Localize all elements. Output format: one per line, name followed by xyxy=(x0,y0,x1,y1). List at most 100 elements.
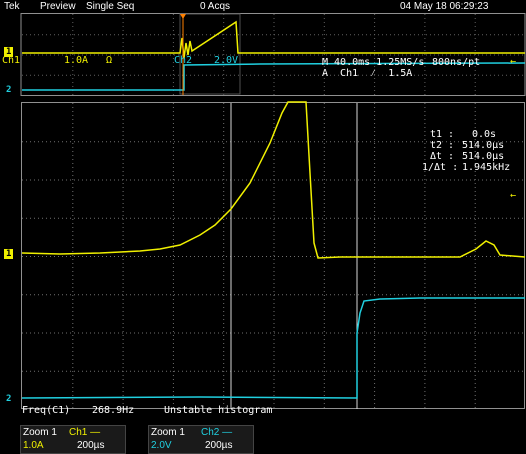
grid-dot xyxy=(273,319,275,320)
grid-dot xyxy=(86,74,87,76)
grid-dot xyxy=(72,203,74,204)
grid-dot xyxy=(466,256,467,257)
grid-dot xyxy=(323,223,325,224)
grid-dot xyxy=(306,74,307,76)
grid-dot xyxy=(430,332,431,334)
grid-dot xyxy=(110,217,111,219)
grid-dot xyxy=(273,14,275,15)
grid-dot xyxy=(273,219,275,220)
grid-dot xyxy=(174,332,175,334)
grid-dot xyxy=(474,14,476,15)
grid-dot xyxy=(238,294,239,296)
grid-dot xyxy=(470,74,471,76)
grid-dot xyxy=(382,217,383,219)
grid-dot xyxy=(242,74,243,76)
grid-dot xyxy=(474,115,476,116)
grid-dot xyxy=(323,90,325,91)
grid-dot xyxy=(122,143,124,144)
grid-dot xyxy=(138,54,139,56)
grid-dot xyxy=(72,363,74,364)
grid-dot xyxy=(126,256,127,257)
grid-dot xyxy=(210,74,211,76)
grid-dot xyxy=(323,331,325,332)
grid-dot xyxy=(418,74,419,76)
grid-dot xyxy=(90,54,91,56)
grid-dot xyxy=(122,191,124,192)
grid-dot xyxy=(86,332,87,334)
grid-dot xyxy=(273,347,275,348)
grid-dot xyxy=(382,54,383,56)
grid-dot xyxy=(72,82,74,83)
grid-dot xyxy=(323,151,325,152)
scope-screen[interactable]: ← ← Ch1 1.0A Ω Ch2 2.0V M 40.0ms 1.25MS/… xyxy=(0,13,526,425)
grid-dot xyxy=(273,359,275,360)
grid-dot xyxy=(223,119,225,120)
grid-dot xyxy=(42,332,43,334)
grid-dot xyxy=(86,294,87,296)
zoom1-ch2-panel[interactable]: Zoom 1 Ch2 — 2.0V 200µs xyxy=(148,425,254,454)
grid-dot xyxy=(72,311,74,312)
grid-dot xyxy=(72,219,74,220)
grid-dot xyxy=(342,332,343,334)
grid-dot xyxy=(323,103,325,104)
grid-dot xyxy=(72,295,74,296)
grid-dot xyxy=(172,107,174,108)
grid-dot xyxy=(446,370,447,372)
ch2-zoom-marker[interactable]: 2 xyxy=(4,394,13,404)
grid-dot xyxy=(226,217,227,219)
grid-dot xyxy=(150,332,151,334)
grid-dot xyxy=(122,211,124,212)
grid-dot xyxy=(294,74,295,76)
overview-dots xyxy=(22,14,523,95)
grid-dot xyxy=(414,74,415,76)
grid-dot xyxy=(273,339,275,340)
grid-dot xyxy=(390,179,391,181)
grid-dot xyxy=(72,167,74,168)
grid-dot xyxy=(22,141,23,143)
grid-dot xyxy=(172,167,174,168)
grid-dot xyxy=(374,323,376,324)
grid-dot xyxy=(46,54,47,56)
grid-dot xyxy=(182,217,183,219)
grid-dot xyxy=(223,139,225,140)
grid-dot xyxy=(362,332,363,334)
grid-dot xyxy=(424,379,426,380)
grid-dot xyxy=(466,294,467,296)
grid-dot xyxy=(374,175,376,176)
grid-dot xyxy=(498,74,499,76)
grid-dot xyxy=(172,115,174,116)
grid-dot xyxy=(72,199,74,200)
grid-dot xyxy=(72,151,74,152)
ch1-zoom-marker[interactable]: 1 xyxy=(4,249,14,259)
grid-dot xyxy=(514,34,515,36)
ch1-marker[interactable]: 1 xyxy=(4,47,14,57)
grid-dot xyxy=(322,179,323,181)
grid-dot xyxy=(434,370,435,372)
grid-dot xyxy=(122,78,124,79)
grid-dot xyxy=(273,239,275,240)
grid-dot xyxy=(223,259,225,260)
grid-dot xyxy=(438,54,439,56)
zoom1-ch-label: Ch1 — xyxy=(69,427,101,438)
grid-dot xyxy=(98,34,99,36)
ch2-marker[interactable]: 2 xyxy=(4,85,13,95)
sequence-label: Single Seq xyxy=(86,1,135,12)
grid-dot xyxy=(374,217,375,219)
grid-dot xyxy=(306,332,307,334)
grid-dot xyxy=(474,383,476,384)
grid-dot xyxy=(278,370,279,372)
grid-dot xyxy=(122,339,124,340)
grid-dot xyxy=(354,217,355,219)
grid-dot xyxy=(518,332,519,334)
grid-dot xyxy=(273,207,275,208)
grid-dot xyxy=(398,294,399,296)
grid-dot xyxy=(90,332,91,334)
grid-dot xyxy=(482,294,483,296)
grid-dot xyxy=(374,215,376,216)
grid-dot xyxy=(138,141,139,143)
grid-dot xyxy=(223,359,225,360)
grid-dot xyxy=(424,235,426,236)
zoom1-ch1-panel[interactable]: Zoom 1 Ch1 — 1.0A 200µs xyxy=(20,425,126,454)
grid-dot xyxy=(172,103,174,104)
grid-dot xyxy=(46,370,47,372)
